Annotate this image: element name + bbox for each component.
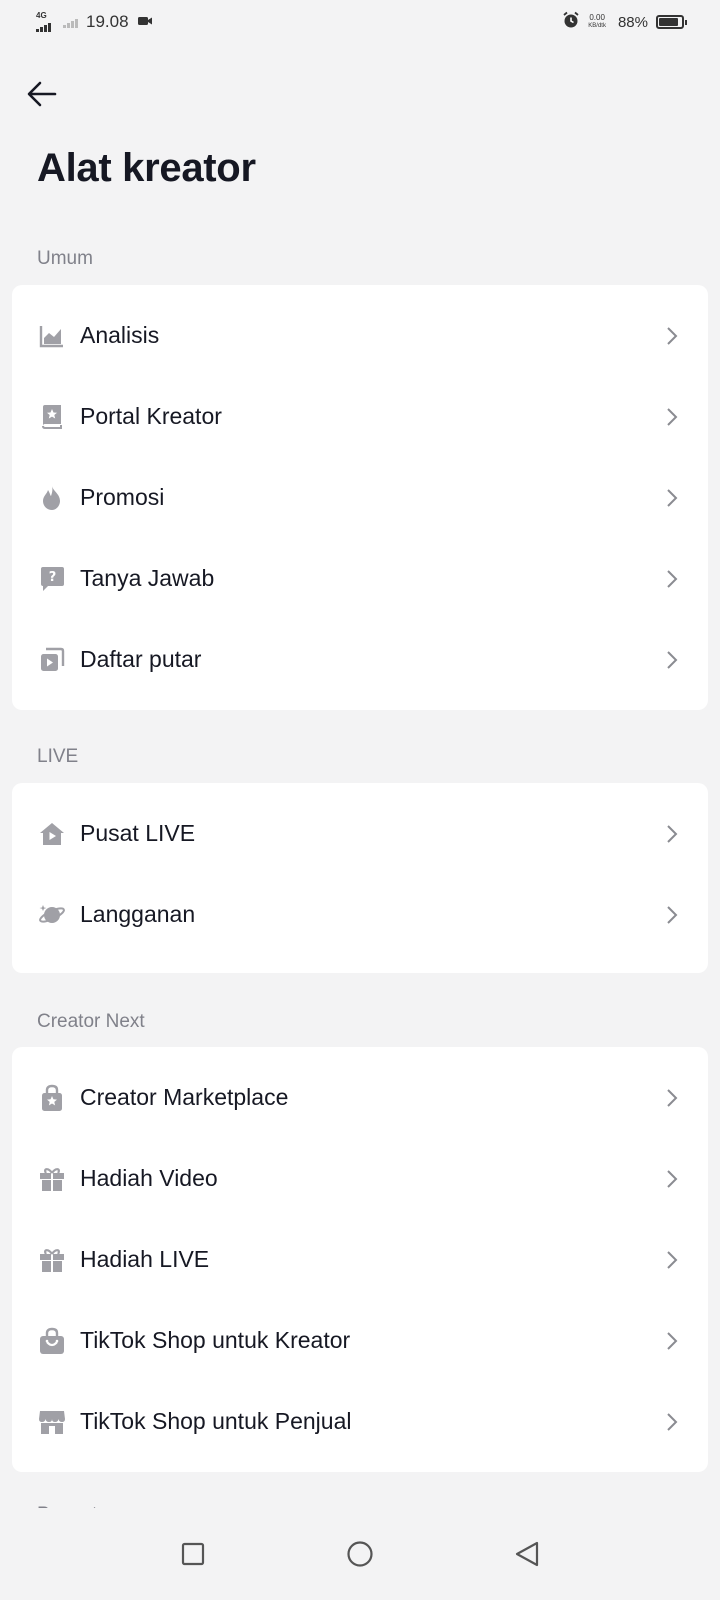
signal-2-icon [63, 16, 78, 28]
chevron-right-icon [662, 822, 682, 846]
menu-item-creator-marketplace[interactable]: Creator Marketplace [12, 1057, 708, 1138]
recents-button[interactable] [171, 1532, 215, 1576]
menu-item-label: TikTok Shop untuk Penjual [80, 1408, 352, 1434]
svg-text:?: ? [49, 570, 57, 585]
alarm-icon [562, 11, 580, 34]
shopping-bag-icon [38, 1327, 66, 1355]
screen-record-icon [137, 12, 153, 32]
menu-item-label: Hadiah LIVE [80, 1246, 210, 1272]
menu-item-portal-kreator[interactable]: Portal Kreator [12, 376, 708, 457]
status-left: 4G 19.08 [36, 12, 153, 32]
arrow-left-icon [27, 81, 57, 107]
square-icon [182, 1542, 205, 1566]
status-right: 0.00 KB/dtk 88% [562, 11, 687, 34]
circle-icon [347, 1541, 373, 1567]
menu-item-label: Analisis [80, 322, 160, 348]
menu-item-label: Creator Marketplace [80, 1084, 289, 1110]
chevron-right-icon [662, 486, 682, 510]
menu-item-label: Hadiah Video [80, 1165, 218, 1191]
storefront-icon [38, 1408, 66, 1436]
battery-percent: 88% [617, 13, 648, 31]
menu-item-langganan[interactable]: Langganan [12, 874, 708, 955]
menu-item-tiktok-shop-penjual[interactable]: TikTok Shop untuk Penjual [12, 1381, 708, 1462]
chevron-right-icon [662, 1086, 682, 1110]
menu-item-hadiah-live[interactable]: Hadiah LIVE [12, 1219, 708, 1300]
battery-fill [659, 18, 679, 26]
menu-item-label: Langganan [80, 901, 196, 927]
menu-item-analisis[interactable]: Analisis [12, 295, 708, 376]
section-label-creator-next: Creator Next [37, 1011, 145, 1032]
menu-item-label: Portal Kreator [80, 403, 222, 429]
planet-icon [38, 901, 66, 929]
chart-icon [38, 322, 66, 350]
menu-item-daftar-putar[interactable]: Daftar putar [12, 619, 708, 700]
menu-item-label: Pusat LIVE [80, 820, 196, 846]
flame-icon [38, 484, 66, 512]
chevron-right-icon [662, 903, 682, 927]
chevron-right-icon [662, 1329, 682, 1353]
menu-item-label: Tanya Jawab [80, 565, 215, 591]
signal-4g-icon: 4G [36, 12, 51, 32]
card-creator-next: Creator Marketplace Hadiah Video Hadiah … [12, 1047, 708, 1472]
chevron-right-icon [662, 405, 682, 429]
menu-item-label: Promosi [80, 484, 165, 510]
menu-item-tiktok-shop-kreator[interactable]: TikTok Shop untuk Kreator [12, 1300, 708, 1381]
card-umum: Analisis Portal Kreator Promosi ? Tanya … [12, 285, 708, 710]
question-bubble-icon: ? [38, 565, 66, 593]
triangle-back-icon [515, 1541, 538, 1567]
gift-icon [38, 1246, 66, 1274]
live-house-icon [38, 820, 66, 848]
menu-item-label: Daftar putar [80, 646, 202, 672]
card-live: Pusat LIVE Langganan [12, 783, 708, 973]
book-star-icon [38, 403, 66, 431]
home-button[interactable] [338, 1532, 382, 1576]
playlist-icon [38, 646, 66, 674]
section-label-umum: Umum [37, 248, 93, 269]
clock: 19.08 [86, 12, 129, 31]
page-title: Alat kreator [37, 146, 256, 190]
system-nav-bar [0, 1508, 720, 1600]
status-bar: 4G 19.08 0.00 KB/dtk 88% [0, 0, 720, 44]
chevron-right-icon [662, 1248, 682, 1272]
menu-item-hadiah-video[interactable]: Hadiah Video [12, 1138, 708, 1219]
chevron-right-icon [662, 324, 682, 348]
net-speed: 0.00 KB/dtk [588, 13, 606, 30]
chevron-right-icon [662, 648, 682, 672]
battery-icon [656, 15, 687, 29]
section-label-live: LIVE [37, 746, 79, 767]
chevron-right-icon [662, 1167, 682, 1191]
chevron-right-icon [662, 1410, 682, 1434]
menu-item-tanya-jawab[interactable]: ? Tanya Jawab [12, 538, 708, 619]
menu-item-promosi[interactable]: Promosi [12, 457, 708, 538]
network-type: 4G [36, 11, 47, 20]
menu-item-label: TikTok Shop untuk Kreator [80, 1327, 351, 1353]
menu-item-pusat-live[interactable]: Pusat LIVE [12, 793, 708, 874]
chevron-right-icon [662, 567, 682, 591]
bag-star-icon [38, 1084, 66, 1112]
back-button[interactable] [22, 74, 62, 114]
gift-icon [38, 1165, 66, 1193]
back-nav-button[interactable] [505, 1532, 549, 1576]
